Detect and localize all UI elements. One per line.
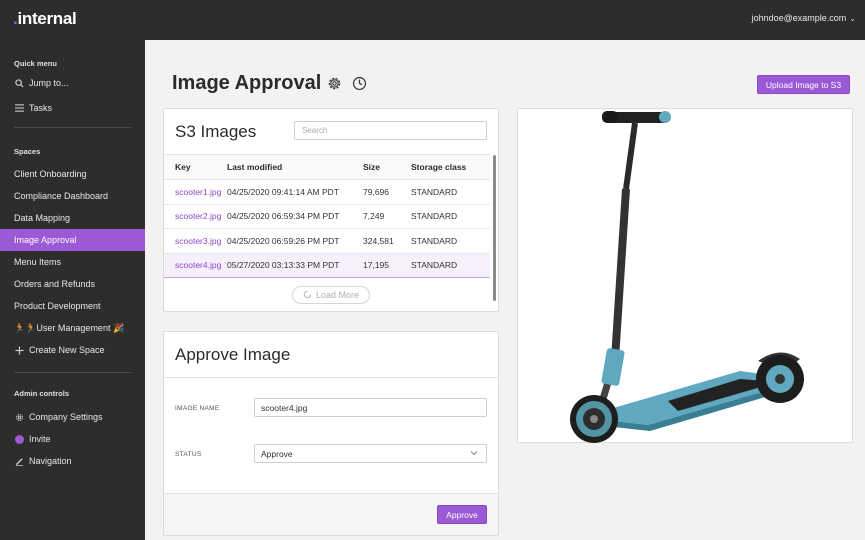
- page-title: Image Approval: [172, 72, 322, 94]
- cell-last-modified: 05/27/2020 03:13:33 PM PDT: [227, 253, 363, 278]
- column-header-storage-class[interactable]: Storage class: [411, 154, 490, 180]
- approve-image-panel: Approve Image IMAGE NAME scooter4.jpg ST…: [163, 331, 499, 536]
- cell-storage-class: STANDARD: [411, 179, 490, 205]
- approve-button[interactable]: Approve: [437, 505, 487, 524]
- cell-size: 17,195: [363, 253, 411, 278]
- file-link[interactable]: scooter1.jpg: [175, 187, 221, 197]
- column-header-key[interactable]: Key: [164, 154, 227, 180]
- cell-size: 7,249: [363, 204, 411, 229]
- cell-last-modified: 04/25/2020 06:59:34 PM PDT: [227, 204, 363, 229]
- file-link[interactable]: scooter4.jpg: [175, 260, 221, 270]
- table-scrollbar[interactable]: [493, 155, 496, 301]
- admin-controls-heading: Admin controls: [14, 389, 70, 398]
- pencil-icon: [14, 457, 24, 466]
- cell-size: 324,581: [363, 228, 411, 254]
- cell-size: 79,696: [363, 179, 411, 205]
- sidebar-item-jump-to[interactable]: Jump to...: [0, 72, 145, 94]
- search-icon: [14, 78, 24, 88]
- scooter-image: [570, 111, 804, 443]
- gear-icon[interactable]: [326, 75, 343, 92]
- sidebar-item-company-settings[interactable]: Company Settings: [0, 406, 145, 428]
- cell-storage-class: STANDARD: [411, 253, 490, 278]
- image-preview-panel: [517, 108, 853, 443]
- table-row[interactable]: scooter2.jpg 04/25/2020 06:59:34 PM PDT …: [164, 204, 490, 229]
- load-more-button[interactable]: Load More: [292, 286, 370, 304]
- history-icon[interactable]: [351, 75, 368, 92]
- list-icon: [14, 104, 24, 112]
- sidebar-item-tasks[interactable]: Tasks: [0, 97, 145, 119]
- panel-divider: [164, 377, 498, 378]
- sidebar-item-menu-items[interactable]: Menu Items: [0, 251, 145, 273]
- sidebar-item-navigation[interactable]: Navigation: [0, 450, 145, 472]
- sidebar-divider: [14, 127, 131, 128]
- s3-table: Key Last modified Size Storage class sco…: [164, 154, 490, 278]
- user-email: johndoe@example.com: [751, 13, 847, 23]
- sidebar-item-create-new-space[interactable]: Create New Space: [0, 339, 145, 361]
- sidebar: Quick menu Jump to... Tasks Spaces Clien…: [0, 40, 145, 540]
- panel-title: S3 Images: [175, 122, 257, 141]
- table-header-row: Key Last modified Size Storage class: [164, 154, 490, 180]
- table-row[interactable]: scooter1.jpg 04/25/2020 09:41:14 AM PDT …: [164, 179, 490, 205]
- app-logo[interactable]: .internal: [13, 9, 77, 29]
- file-link[interactable]: scooter3.jpg: [175, 236, 221, 246]
- sidebar-item-client-onboarding[interactable]: Client Onboarding: [0, 163, 145, 185]
- refresh-icon: [303, 290, 312, 301]
- invite-icon: [14, 434, 24, 444]
- user-menu[interactable]: johndoe@example.com ⌄: [752, 13, 856, 23]
- file-link[interactable]: scooter2.jpg: [175, 211, 221, 221]
- spaces-heading: Spaces: [14, 147, 41, 156]
- cell-storage-class: STANDARD: [411, 204, 490, 229]
- column-header-last-modified[interactable]: Last modified: [227, 154, 363, 180]
- chevron-down-icon: ⌄: [849, 13, 856, 23]
- sidebar-item-orders-and-refunds[interactable]: Orders and Refunds: [0, 273, 145, 295]
- sidebar-item-user-management[interactable]: 🏃🏃User Management 🎉: [0, 317, 145, 339]
- image-name-field[interactable]: scooter4.jpg: [254, 398, 487, 417]
- panel-footer: Approve: [164, 493, 498, 535]
- plus-icon: [14, 345, 24, 355]
- cell-last-modified: 04/25/2020 09:41:14 AM PDT: [227, 179, 363, 205]
- top-bar: .internal johndoe@example.com ⌄: [0, 0, 865, 40]
- upload-image-button[interactable]: Upload Image to S3: [757, 75, 850, 94]
- table-row[interactable]: scooter3.jpg 04/25/2020 06:59:26 PM PDT …: [164, 228, 490, 254]
- sidebar-divider: [14, 372, 131, 373]
- status-label: STATUS: [175, 451, 202, 458]
- s3-images-panel: S3 Images Key Last modified Size Storage…: [163, 108, 499, 312]
- status-select[interactable]: Approve: [254, 444, 487, 463]
- table-row-selected[interactable]: scooter4.jpg 05/27/2020 03:13:33 PM PDT …: [164, 253, 490, 278]
- gear-icon: [14, 413, 24, 422]
- sidebar-item-image-approval[interactable]: Image Approval: [0, 229, 145, 251]
- cell-last-modified: 04/25/2020 06:59:26 PM PDT: [227, 228, 363, 254]
- column-header-size[interactable]: Size: [363, 154, 411, 180]
- sidebar-item-data-mapping[interactable]: Data Mapping: [0, 207, 145, 229]
- search-input[interactable]: [294, 121, 487, 140]
- cell-storage-class: STANDARD: [411, 228, 490, 254]
- sidebar-item-product-development[interactable]: Product Development: [0, 295, 145, 317]
- sidebar-item-invite[interactable]: Invite: [0, 428, 145, 450]
- image-name-label: IMAGE NAME: [175, 405, 220, 412]
- panel-title: Approve Image: [175, 345, 291, 364]
- chevron-down-icon: [470, 449, 478, 458]
- sidebar-item-compliance-dashboard[interactable]: Compliance Dashboard: [0, 185, 145, 207]
- quick-menu-heading: Quick menu: [14, 59, 57, 68]
